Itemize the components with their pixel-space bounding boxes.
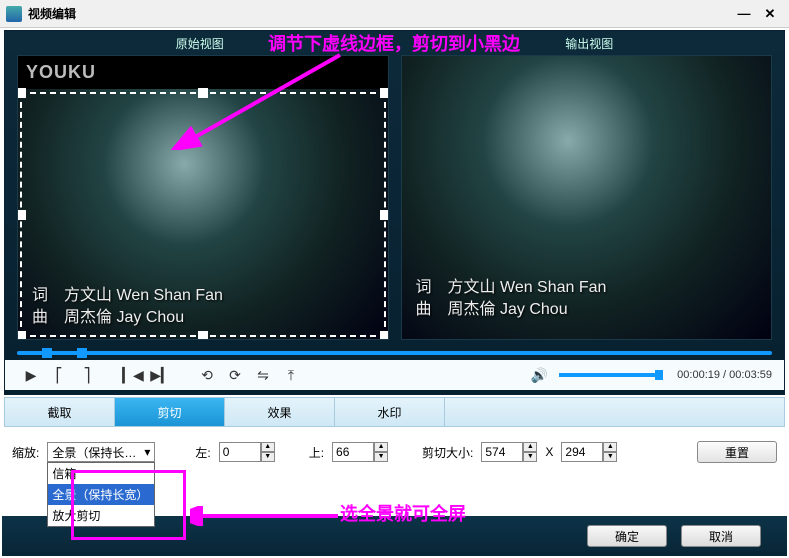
height-input[interactable]: [561, 442, 603, 462]
zoom-label: 缩放:: [12, 444, 39, 461]
left-label: 左:: [195, 444, 210, 461]
youku-watermark: YOUKU: [26, 62, 96, 83]
video-credits: 词 方文山 Wen Shan Fan 曲 周杰倫 Jay Chou: [416, 277, 607, 321]
close-button[interactable]: ✕: [757, 5, 783, 23]
crop-handle-bm[interactable]: [198, 331, 208, 340]
tab-bar: 截取 剪切 效果 水印: [4, 397, 785, 427]
left-input[interactable]: [219, 442, 261, 462]
top-label: 上:: [309, 444, 324, 461]
zoom-combo[interactable]: 全景（保持长…▾ 信箱 全景（保持长宽） 放大剪切: [47, 442, 155, 462]
time-display: 00:00:19 / 00:03:59: [677, 369, 772, 381]
left-spinner[interactable]: ▲▼: [219, 442, 275, 462]
tab-capture[interactable]: 截取: [5, 398, 115, 426]
annotation-top-arrow-icon: [170, 50, 350, 150]
mark-in-button[interactable]: ⎡: [45, 364, 73, 386]
height-spinner[interactable]: ▲▼: [561, 442, 617, 462]
crop-handle-tl[interactable]: [17, 88, 26, 98]
volume-slider[interactable]: [559, 373, 659, 377]
crop-handle-br[interactable]: [380, 331, 389, 340]
annotation-highlight: [71, 470, 186, 540]
reset-button[interactable]: 重置: [697, 441, 777, 463]
ok-button[interactable]: 确定: [587, 525, 667, 547]
next-frame-button[interactable]: ▶▎: [147, 364, 175, 386]
tab-watermark[interactable]: 水印: [335, 398, 445, 426]
preview-panel: 原始视图 输出视图 YOUKU 词 方文山 Wen Shan Fan 曲 周杰倫…: [4, 30, 785, 395]
tab-crop[interactable]: 剪切: [115, 398, 225, 426]
volume-icon[interactable]: 🔊: [525, 364, 553, 386]
seek-out-marker[interactable]: [77, 348, 87, 358]
top-input[interactable]: [332, 442, 374, 462]
seek-in-marker[interactable]: [42, 348, 52, 358]
width-spinner[interactable]: ▲▼: [481, 442, 537, 462]
rotate-right-button[interactable]: ⟳: [221, 364, 249, 386]
width-input[interactable]: [481, 442, 523, 462]
mark-out-button[interactable]: ⎤: [73, 364, 101, 386]
output-preview: 词 方文山 Wen Shan Fan 曲 周杰倫 Jay Chou: [401, 55, 773, 340]
spin-down-icon[interactable]: ▼: [603, 452, 617, 462]
flip-v-button[interactable]: ⤒: [277, 364, 305, 386]
crop-handle-mr[interactable]: [380, 210, 389, 220]
crop-handle-tr[interactable]: [380, 88, 389, 98]
minimize-button[interactable]: —: [731, 5, 757, 23]
annotation-bottom: 选全景就可全屏: [340, 500, 466, 526]
play-button[interactable]: ▶: [17, 364, 45, 386]
spin-up-icon[interactable]: ▲: [261, 442, 275, 452]
app-icon: [6, 6, 22, 22]
annotation-bottom-arrow-icon: [190, 506, 340, 526]
spin-down-icon[interactable]: ▼: [261, 452, 275, 462]
crop-handle-ml[interactable]: [17, 210, 26, 220]
tab-effects[interactable]: 效果: [225, 398, 335, 426]
crop-handle-bl[interactable]: [17, 331, 26, 340]
spin-up-icon[interactable]: ▲: [523, 442, 537, 452]
title-bar: 视频编辑 — ✕: [0, 0, 789, 28]
spin-down-icon[interactable]: ▼: [523, 452, 537, 462]
rotate-left-button[interactable]: ⟲: [193, 364, 221, 386]
chevron-down-icon: ▾: [144, 445, 150, 459]
cropsize-label: 剪切大小:: [422, 444, 473, 461]
top-spinner[interactable]: ▲▼: [332, 442, 388, 462]
spin-up-icon[interactable]: ▲: [374, 442, 388, 452]
window-title: 视频编辑: [28, 5, 76, 22]
flip-h-button[interactable]: ⇋: [249, 364, 277, 386]
size-x: X: [545, 445, 553, 459]
seek-bar[interactable]: [17, 346, 772, 360]
spin-down-icon[interactable]: ▼: [374, 452, 388, 462]
prev-frame-button[interactable]: ▎◀: [119, 364, 147, 386]
cancel-button[interactable]: 取消: [681, 525, 761, 547]
annotation-top: 调节下虚线边框，剪切到小黑边: [268, 30, 520, 56]
spin-up-icon[interactable]: ▲: [603, 442, 617, 452]
